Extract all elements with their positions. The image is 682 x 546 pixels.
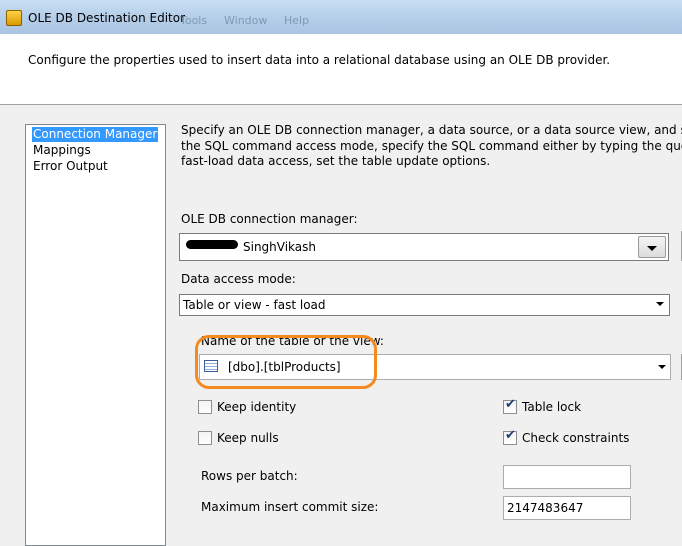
connection-manager-label: OLE DB connection manager: (181, 212, 358, 226)
redaction-mark (186, 240, 238, 249)
connection-manager-combo[interactable]: SinghVikash (179, 233, 669, 261)
chevron-down-icon (658, 365, 666, 369)
data-access-mode-label: Data access mode: (181, 272, 296, 286)
window-title: OLE DB Destination Editor (28, 11, 186, 25)
description-band (0, 34, 682, 105)
menu-window: Window (224, 14, 268, 27)
intro-line: Specify an OLE DB connection manager, a … (181, 123, 682, 137)
app-icon (6, 10, 22, 26)
menu-tools: Tools (180, 14, 208, 27)
menu-help: Help (284, 14, 310, 27)
chevron-down-icon (647, 246, 657, 251)
page-list: Connection Manager Mappings Error Output (25, 124, 166, 546)
connection-intro-text: Specify an OLE DB connection manager, a … (181, 123, 682, 170)
connection-manager-dropdown-button[interactable] (638, 236, 666, 258)
check-constraints-label: Check constraints (522, 431, 630, 445)
connection-manager-value: SinghVikash (243, 240, 317, 254)
checkmark-icon: ✔ (505, 397, 516, 412)
checkmark-icon: ✔ (505, 428, 516, 443)
nav-item-error-output[interactable]: Error Output (32, 159, 109, 174)
check-constraints-checkbox[interactable]: ✔ (503, 428, 517, 445)
nav-item-connection-manager[interactable]: Connection Manager (32, 127, 159, 142)
rows-per-batch-label: Rows per batch: (201, 469, 298, 483)
data-access-mode-select[interactable]: Table or view - fast load (179, 294, 670, 316)
data-access-mode-value: Table or view - fast load (183, 298, 326, 312)
keep-nulls-checkbox[interactable] (198, 431, 212, 445)
nav-item-mappings[interactable]: Mappings (32, 143, 92, 158)
title-bar: OLE DB Destination Editor Tools Window H… (0, 0, 682, 35)
intro-line: fast-load data access, set the table upd… (181, 154, 491, 168)
table-lock-label: Table lock (522, 400, 582, 414)
chevron-down-icon (656, 302, 664, 306)
keep-identity-label: Keep identity (217, 400, 297, 414)
rows-per-batch-input[interactable] (503, 465, 631, 489)
editor-description: Configure the properties used to insert … (28, 53, 611, 67)
max-commit-size-label: Maximum insert commit size: (201, 500, 379, 514)
max-commit-size-input[interactable]: 2147483647 (503, 496, 631, 520)
intro-line: the SQL command access mode, specify the… (181, 138, 682, 153)
keep-nulls-label: Keep nulls (217, 431, 279, 445)
table-lock-checkbox[interactable]: ✔ (503, 397, 517, 414)
max-commit-size-value: 2147483647 (507, 501, 584, 515)
keep-identity-checkbox[interactable] (198, 400, 212, 414)
annotation-highlight (195, 335, 377, 389)
